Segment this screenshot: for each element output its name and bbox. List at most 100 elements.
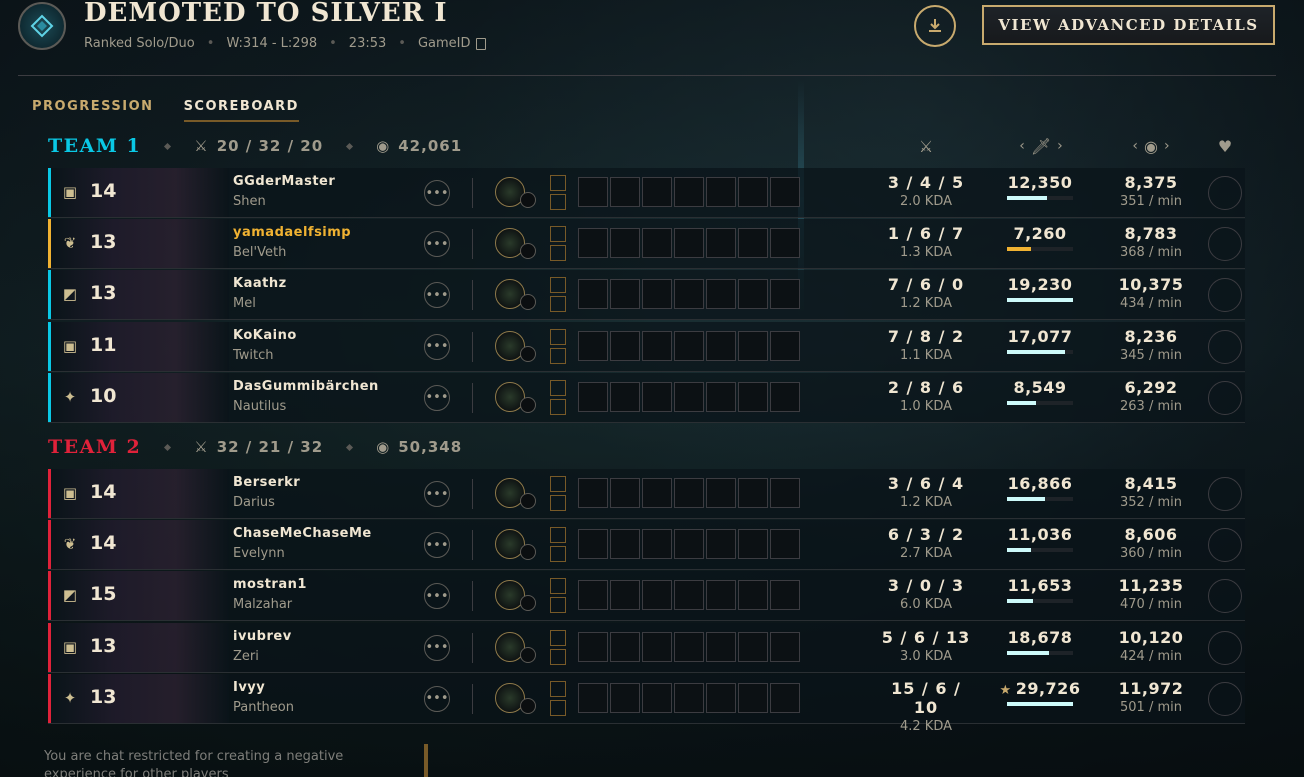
- more-options-button[interactable]: •••: [424, 685, 450, 712]
- item-slot[interactable]: [674, 177, 704, 207]
- item-slot[interactable]: [674, 228, 704, 259]
- summoner-name[interactable]: ivubrev: [233, 629, 292, 644]
- item-slot[interactable]: [642, 478, 672, 508]
- secondary-rune-icon[interactable]: [520, 345, 536, 362]
- more-options-button[interactable]: •••: [424, 282, 450, 309]
- item-slot[interactable]: [610, 682, 640, 713]
- item-slot[interactable]: [706, 177, 736, 207]
- summoner-spell-icon[interactable]: [550, 476, 566, 492]
- view-advanced-details-button[interactable]: VIEW ADVANCED DETAILS: [982, 5, 1275, 45]
- summoner-spell-icon[interactable]: [550, 597, 566, 614]
- item-slot[interactable]: [738, 279, 768, 310]
- secondary-rune-icon[interactable]: [520, 493, 536, 509]
- item-slot[interactable]: [738, 682, 768, 713]
- summoner-spell-icon[interactable]: [550, 347, 566, 364]
- item-slot[interactable]: [578, 330, 608, 361]
- summoner-spell-icon[interactable]: [550, 296, 566, 313]
- item-slot[interactable]: [674, 330, 704, 361]
- chevron-left-icon[interactable]: ‹: [1019, 138, 1025, 154]
- item-slot[interactable]: [706, 330, 736, 361]
- item-slot[interactable]: [738, 631, 768, 662]
- honor-button[interactable]: [1208, 477, 1242, 511]
- item-slot[interactable]: [770, 478, 800, 508]
- secondary-rune-icon[interactable]: [520, 544, 536, 561]
- item-slot[interactable]: [610, 177, 640, 207]
- item-slot[interactable]: [674, 580, 704, 611]
- summoner-spell-icon[interactable]: [550, 194, 566, 210]
- item-slot[interactable]: [706, 580, 736, 611]
- chevron-left-icon[interactable]: ‹: [1132, 138, 1138, 154]
- honor-button[interactable]: [1208, 681, 1242, 716]
- player-row[interactable]: ✦ 13 Ivyy Pantheon ••• 15 / 6 / 10 4.2 KDA ★ 29,…: [48, 673, 1245, 734]
- item-slot[interactable]: [578, 177, 608, 207]
- more-options-button[interactable]: •••: [424, 180, 450, 206]
- item-slot[interactable]: [578, 631, 608, 662]
- summoner-name[interactable]: mostran1: [233, 577, 307, 592]
- summoner-spell-icon[interactable]: [550, 629, 566, 646]
- item-slot[interactable]: [674, 381, 704, 412]
- item-slot[interactable]: [674, 529, 704, 560]
- chevron-right-icon[interactable]: ›: [1164, 138, 1170, 154]
- summoner-spell-icon[interactable]: [550, 398, 566, 415]
- item-slot[interactable]: [738, 529, 768, 560]
- item-slot[interactable]: [610, 381, 640, 412]
- summoner-spell-icon[interactable]: [550, 328, 566, 345]
- item-slot[interactable]: [706, 478, 736, 508]
- summoner-spell-icon[interactable]: [550, 699, 566, 716]
- summoner-spell-icon[interactable]: [550, 245, 566, 262]
- item-slot[interactable]: [674, 478, 704, 508]
- summoner-spell-icon[interactable]: [550, 495, 566, 511]
- item-slot[interactable]: [738, 580, 768, 611]
- secondary-rune-icon[interactable]: [520, 646, 536, 663]
- summoner-name[interactable]: yamadaelfsimp: [233, 225, 351, 240]
- item-slot[interactable]: [674, 682, 704, 713]
- item-slot[interactable]: [706, 381, 736, 412]
- secondary-rune-icon[interactable]: [520, 595, 536, 612]
- more-options-button[interactable]: •••: [424, 583, 450, 610]
- item-slot[interactable]: [578, 682, 608, 713]
- more-options-button[interactable]: •••: [424, 634, 450, 661]
- item-slot[interactable]: [610, 228, 640, 259]
- tab-scoreboard[interactable]: SCOREBOARD: [183, 99, 299, 122]
- honor-button[interactable]: [1208, 278, 1242, 313]
- item-slot[interactable]: [738, 330, 768, 361]
- item-slot[interactable]: [610, 478, 640, 508]
- more-options-button[interactable]: •••: [424, 481, 450, 507]
- item-slot[interactable]: [738, 228, 768, 259]
- item-slot[interactable]: [610, 580, 640, 611]
- summoner-name[interactable]: Ivyy: [233, 680, 265, 695]
- item-slot[interactable]: [642, 682, 672, 713]
- honor-button[interactable]: [1208, 528, 1242, 563]
- item-slot[interactable]: [770, 580, 800, 611]
- summoner-name[interactable]: GGderMaster: [233, 174, 335, 189]
- summoner-spell-icon[interactable]: [550, 648, 566, 665]
- chevron-right-icon[interactable]: ›: [1057, 138, 1063, 154]
- item-slot[interactable]: [578, 580, 608, 611]
- item-slot[interactable]: [770, 330, 800, 361]
- item-slot[interactable]: [770, 279, 800, 310]
- summoner-spell-icon[interactable]: [550, 680, 566, 697]
- item-slot[interactable]: [642, 177, 672, 207]
- summoner-spell-icon[interactable]: [550, 578, 566, 595]
- item-slot[interactable]: [674, 631, 704, 662]
- summoner-spell-icon[interactable]: [550, 175, 566, 191]
- item-slot[interactable]: [738, 381, 768, 412]
- item-slot[interactable]: [706, 529, 736, 560]
- summoner-spell-icon[interactable]: [550, 527, 566, 544]
- summoner-name[interactable]: Kaathz: [233, 276, 287, 291]
- item-slot[interactable]: [578, 529, 608, 560]
- summoner-name[interactable]: ChaseMeChaseMe: [233, 526, 372, 541]
- summoner-spell-icon[interactable]: [550, 379, 566, 396]
- item-slot[interactable]: [610, 529, 640, 560]
- more-options-button[interactable]: •••: [424, 384, 450, 411]
- secondary-rune-icon[interactable]: [520, 697, 536, 714]
- item-slot[interactable]: [706, 279, 736, 310]
- item-slot[interactable]: [578, 228, 608, 259]
- honor-button[interactable]: [1208, 630, 1242, 665]
- item-slot[interactable]: [706, 228, 736, 259]
- player-row[interactable]: ▣ 11 KoKaino Twitch ••• 7 / 8 / 2 1.1 KDA 17,07…: [48, 321, 1245, 372]
- more-options-button[interactable]: •••: [424, 231, 450, 258]
- player-row[interactable]: ✦ 10 DasGummibärchen Nautilus ••• 2 / 8 / 6 1.…: [48, 372, 1245, 423]
- more-options-button[interactable]: •••: [424, 532, 450, 559]
- honor-button[interactable]: [1208, 176, 1242, 210]
